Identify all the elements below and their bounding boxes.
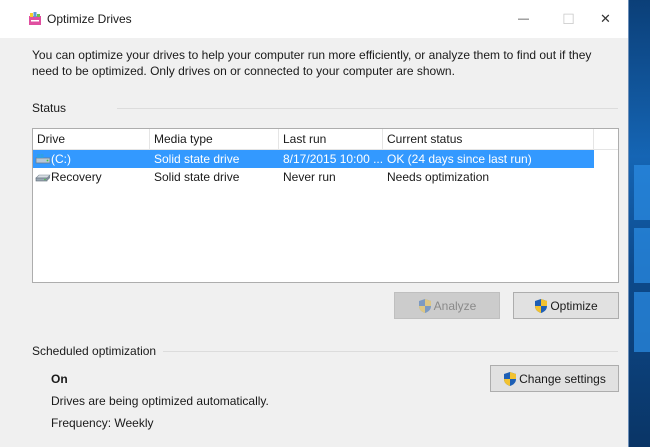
column-header-current-status[interactable]: Current status (383, 129, 594, 150)
column-header-last-run[interactable]: Last run (279, 129, 383, 150)
close-icon: ✕ (600, 11, 611, 26)
drives-list-header: Drive Media type Last run Current status (33, 129, 618, 150)
drive-last-run: Never run (283, 170, 336, 184)
window-body: You can optimize your drives to help you… (0, 38, 628, 447)
analyze-button-label: Analyze (433, 298, 477, 313)
column-header-media-type[interactable]: Media type (150, 129, 279, 150)
drive-media-type: Solid state drive (154, 152, 240, 166)
drives-list[interactable]: Drive Media type Last run Current status… (32, 128, 619, 283)
schedule-state: On (51, 372, 68, 386)
change-settings-button-label: Change settings (519, 371, 606, 386)
drive-current-status: Needs optimization (387, 170, 490, 184)
drive-media-type: Solid state drive (154, 170, 240, 184)
change-settings-button[interactable]: Change settings (490, 365, 619, 392)
close-button[interactable]: ✕ (583, 0, 628, 38)
maximize-icon: ☐ (562, 10, 575, 27)
drive-current-status: OK (24 days since last run) (387, 152, 532, 166)
schedule-frequency: Frequency: Weekly (51, 416, 154, 430)
description-text: You can optimize your drives to help you… (32, 48, 592, 78)
system-drive-icon (35, 154, 51, 164)
analyze-button[interactable]: Analyze (394, 292, 500, 319)
drive-name: (C:) (51, 152, 71, 166)
drive-row-c[interactable]: (C:) Solid state drive 8/17/2015 10:00 .… (33, 150, 594, 168)
uac-shield-icon (418, 298, 431, 313)
optimize-button[interactable]: Optimize (513, 292, 619, 319)
uac-shield-icon (504, 371, 517, 386)
optimize-drives-app-icon (29, 12, 41, 25)
drive-name: Recovery (51, 170, 102, 184)
scheduled-group-divider (163, 351, 618, 352)
drive-last-run: 8/17/2015 10:00 ... (283, 152, 383, 166)
status-group-divider (117, 108, 618, 109)
minimize-icon: — (518, 13, 529, 25)
optimize-drives-window: Optimize Drives — ☐ ✕ You can optimize y… (0, 0, 629, 447)
schedule-description: Drives are being optimized automatically… (51, 394, 269, 408)
drive-icon (35, 174, 51, 182)
drive-row-recovery[interactable]: Recovery Solid state drive Never run Nee… (33, 168, 594, 186)
uac-shield-icon (535, 298, 548, 313)
status-group-label: Status (32, 101, 67, 115)
scheduled-group-label: Scheduled optimization (32, 344, 157, 358)
title-bar: Optimize Drives — ☐ ✕ (0, 0, 628, 38)
column-header-drive[interactable]: Drive (33, 129, 150, 150)
desktop-background (628, 0, 650, 447)
window-title: Optimize Drives (47, 12, 132, 26)
minimize-button[interactable]: — (501, 0, 546, 38)
optimize-button-label: Optimize (550, 298, 598, 313)
